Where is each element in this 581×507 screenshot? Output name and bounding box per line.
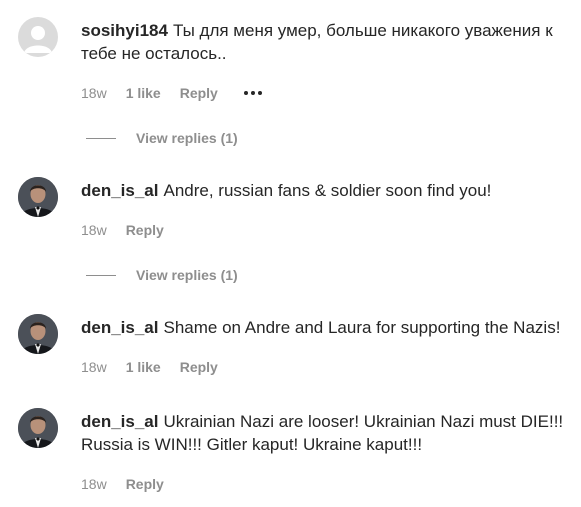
comment-text-block: sosihyi184 Ты для меня умер, больше никак… [81,19,571,65]
profile-photo-image [18,408,58,448]
profile-photo-image [18,177,58,217]
profile-photo-avatar[interactable] [18,408,58,448]
comment-time[interactable]: 18w [81,83,107,103]
comment-likes[interactable]: 1 like [126,357,161,377]
reply-button[interactable]: Reply [126,474,164,494]
profile-photo-avatar[interactable] [18,314,58,354]
comment-text-block: den_is_al Ukrainian Nazi are looser! Ukra… [81,410,571,456]
comment-body: Shame on Andre and Laura for supporting … [163,318,561,337]
comment-time[interactable]: 18w [81,220,107,240]
replies-divider-line [86,274,116,276]
comment-username[interactable]: den_is_al [81,181,159,200]
replies-divider-line [86,137,116,139]
comment-username[interactable]: den_is_al [81,412,159,431]
comment-meta: 18w 1 like Reply [81,83,262,103]
view-replies-label: View replies (1) [136,267,238,283]
comment-time[interactable]: 18w [81,474,107,494]
comment-meta: 18w 1 like Reply [81,357,218,377]
profile-photo-image [18,314,58,354]
comment-meta: 18w Reply [81,474,164,494]
user-silhouette-icon [24,26,52,53]
more-options-icon[interactable] [243,91,262,95]
default-avatar-icon[interactable] [18,17,58,57]
comment-meta: 18w Reply [81,220,164,240]
comment-text-block: den_is_al Shame on Andre and Laura for su… [81,316,571,339]
comment-body: Andre, russian fans & soldier soon find … [163,181,492,200]
view-replies-button[interactable]: View replies (1) [86,128,238,148]
comment-time[interactable]: 18w [81,357,107,377]
comment-username[interactable]: den_is_al [81,318,159,337]
view-replies-label: View replies (1) [136,130,238,146]
reply-button[interactable]: Reply [126,220,164,240]
profile-photo-avatar[interactable] [18,177,58,217]
reply-button[interactable]: Reply [180,357,218,377]
reply-button[interactable]: Reply [180,83,218,103]
view-replies-button[interactable]: View replies (1) [86,265,238,285]
comment-username[interactable]: sosihyi184 [81,21,168,40]
comment-text-block: den_is_al Andre, russian fans & soldier s… [81,179,571,202]
comment-likes[interactable]: 1 like [126,83,161,103]
